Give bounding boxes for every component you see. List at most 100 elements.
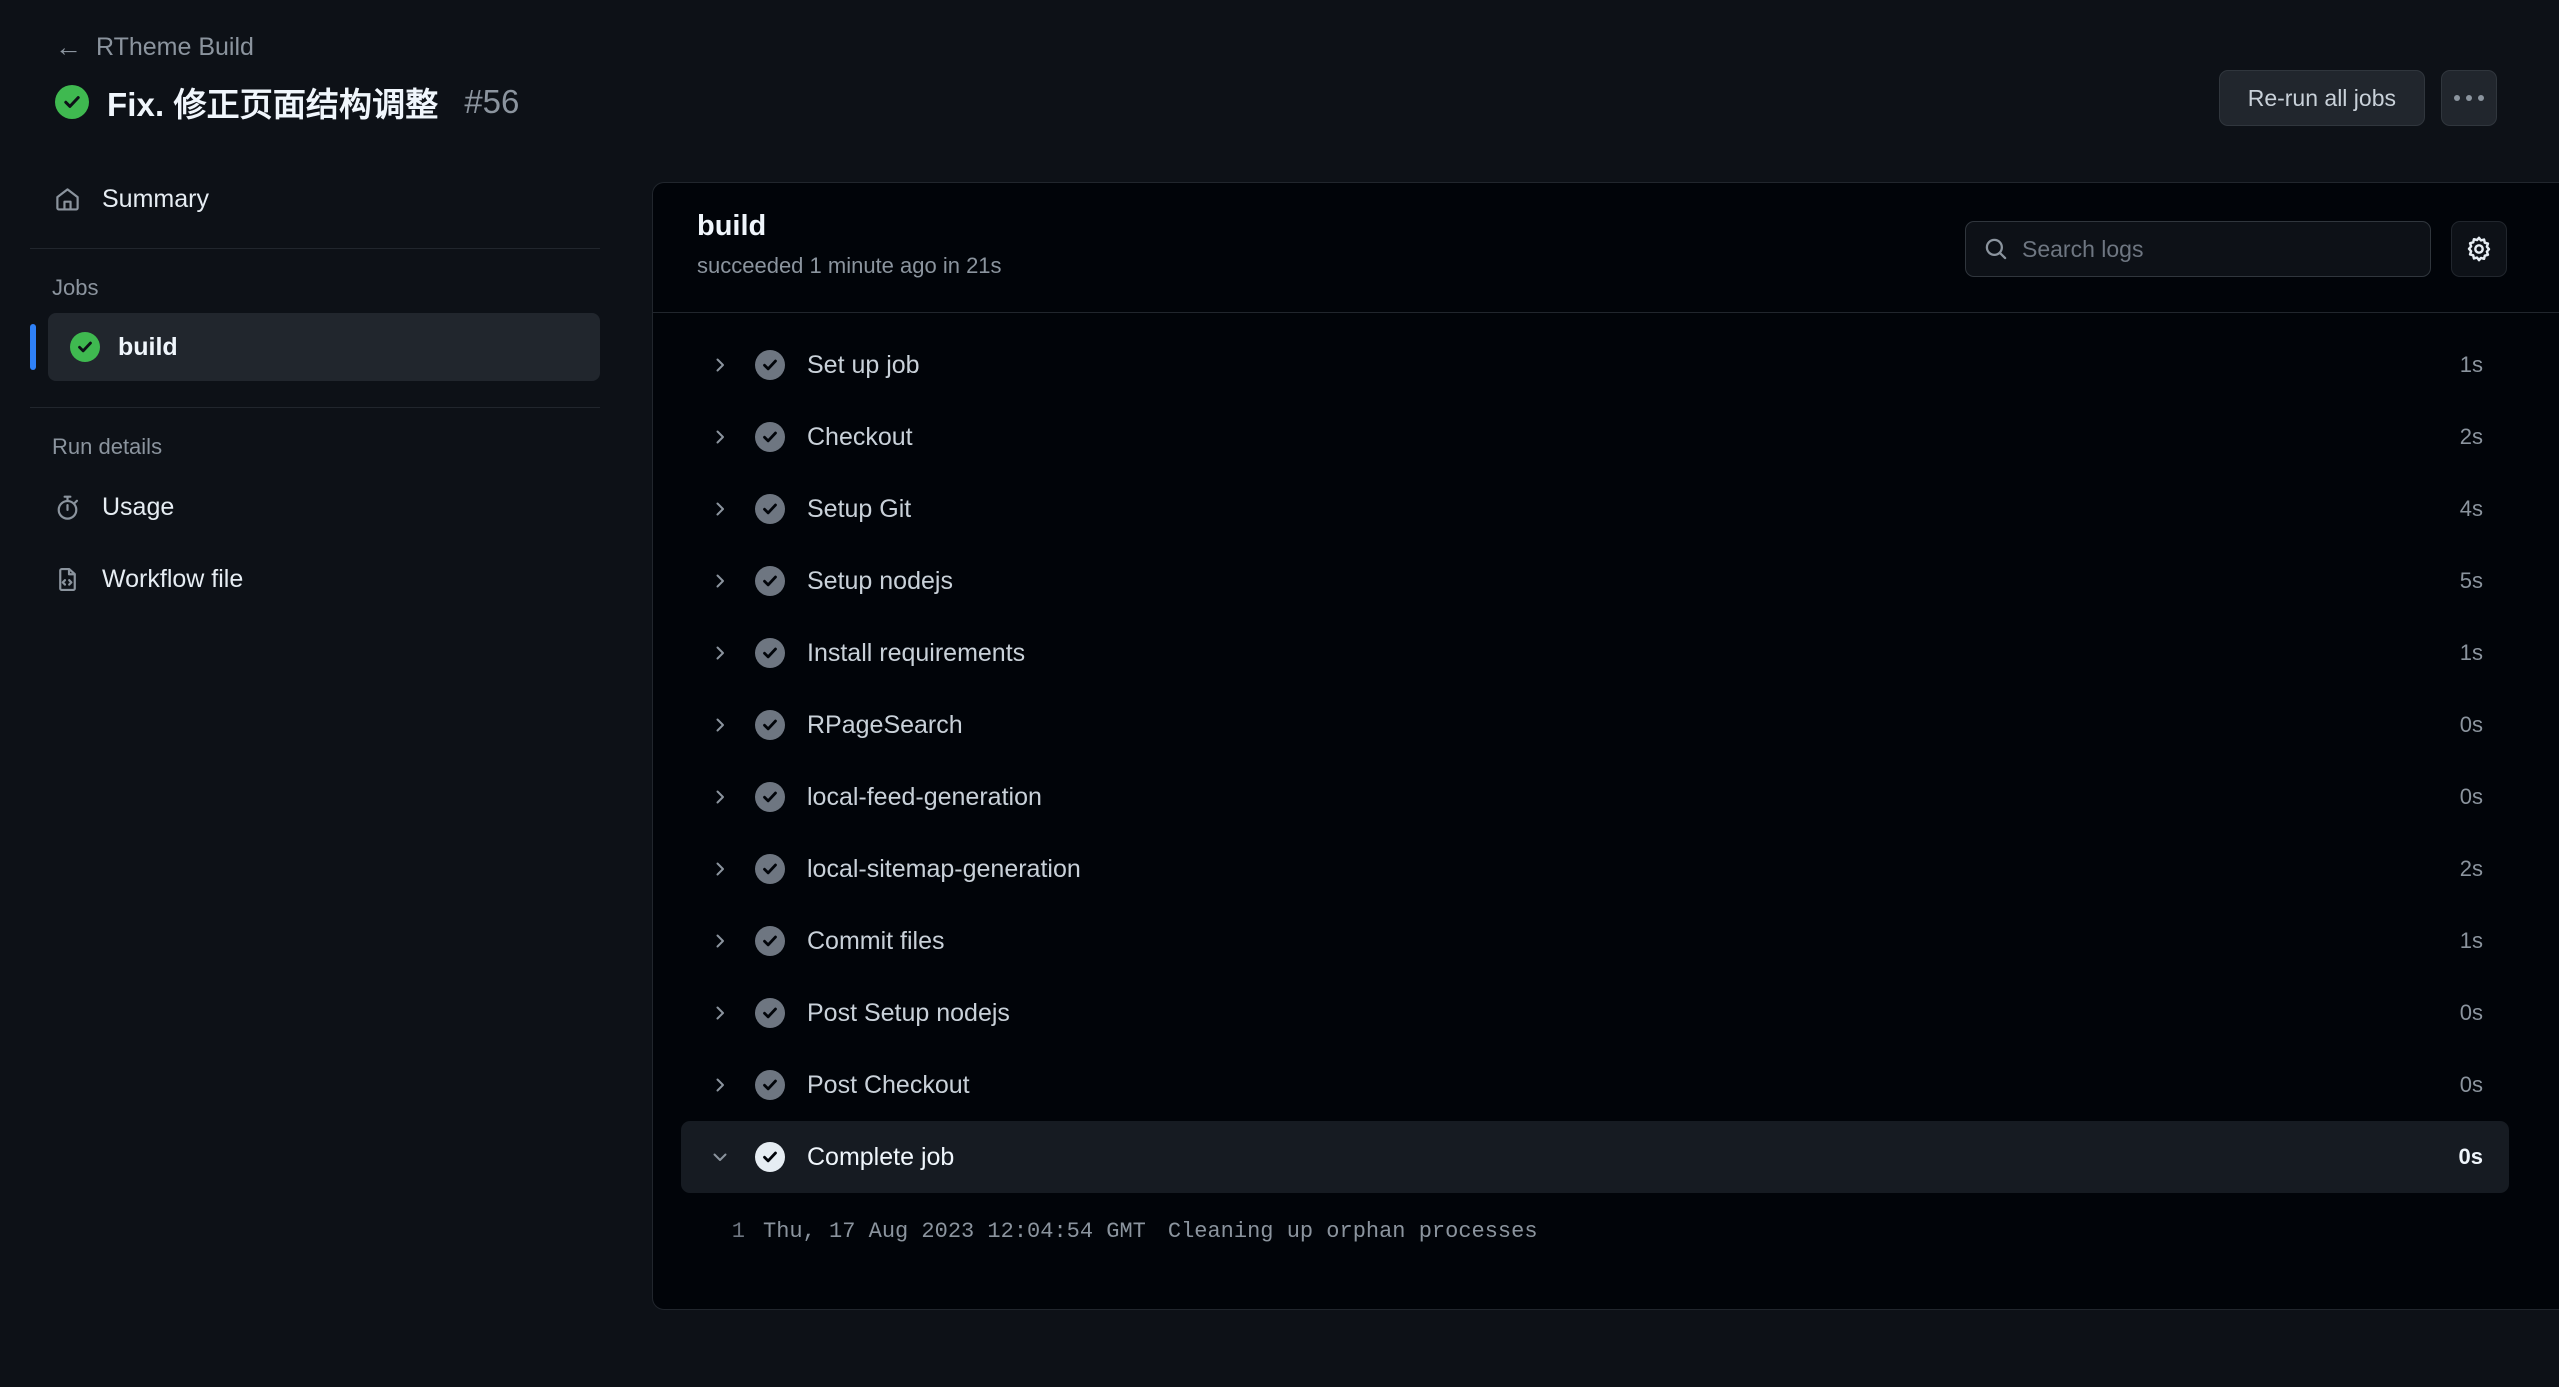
step-duration: 1s: [2459, 352, 2483, 377]
success-check-icon: [755, 1070, 785, 1100]
job-name: build: [697, 210, 767, 242]
job-status-line: succeeded 1 minute ago in 21s: [697, 253, 1002, 278]
file-code-icon: [52, 564, 82, 594]
step-row[interactable]: Post Checkout 0s: [681, 1049, 2509, 1121]
step-row[interactable]: RPageSearch 0s: [681, 689, 2509, 761]
stopwatch-icon: [52, 492, 82, 522]
success-check-icon: [70, 332, 100, 362]
breadcrumb-label[interactable]: RTheme Build: [96, 33, 254, 62]
step-duration: 1s: [2459, 928, 2483, 953]
sidebar-section-jobs: Jobs: [52, 275, 99, 300]
sidebar-item-summary[interactable]: Summary: [30, 168, 600, 230]
chevron-right-icon[interactable]: [707, 784, 733, 810]
log-output: 1 Thu, 17 Aug 2023 12:04:54 GMT Cleaning u…: [653, 1193, 2559, 1248]
kebab-dot: [2478, 95, 2484, 101]
step-row[interactable]: Install requirements 1s: [681, 617, 2509, 689]
sidebar-item-label: Workflow file: [102, 564, 244, 593]
success-check-icon: [755, 998, 785, 1028]
step-row[interactable]: local-sitemap-generation 2s: [681, 833, 2509, 905]
arrow-left-icon[interactable]: ←: [55, 34, 82, 61]
chevron-right-icon[interactable]: [707, 424, 733, 450]
log-line-number: 1: [731, 1219, 745, 1244]
page-title: Fix. 修正页面结构调整: [107, 86, 439, 123]
step-duration: 0s: [2459, 1072, 2483, 1097]
step-duration: 2s: [2459, 424, 2483, 449]
success-check-icon: [755, 494, 785, 524]
job-list: build: [0, 313, 630, 381]
chevron-right-icon[interactable]: [707, 352, 733, 378]
step-duration: 2s: [2459, 856, 2483, 881]
log-panel: build succeeded 1 minute ago in 21s Set …: [652, 182, 2559, 1310]
rerun-all-jobs-button[interactable]: Re-run all jobs: [2218, 70, 2425, 126]
chevron-right-icon[interactable]: [707, 856, 733, 882]
chevron-right-icon[interactable]: [707, 928, 733, 954]
step-label: Setup Git: [807, 494, 912, 523]
step-row[interactable]: Set up job 1s: [681, 329, 2509, 401]
step-duration: 0s: [2459, 1000, 2483, 1025]
step-row[interactable]: Commit files 1s: [681, 905, 2509, 977]
sidebar-item-usage[interactable]: Usage: [30, 476, 600, 538]
sidebar-item-workflow-file[interactable]: Workflow file: [30, 548, 600, 610]
chevron-right-icon[interactable]: [707, 640, 733, 666]
step-label: local-feed-generation: [807, 782, 1042, 811]
step-label: RPageSearch: [807, 710, 963, 739]
success-check-icon: [55, 85, 89, 119]
kebab-horizontal-icon[interactable]: [2441, 70, 2497, 126]
breadcrumb[interactable]: ← RTheme Build: [55, 33, 254, 62]
step-label: local-sitemap-generation: [807, 854, 1081, 883]
step-row[interactable]: Setup nodejs 5s: [681, 545, 2509, 617]
chevron-right-icon[interactable]: [707, 568, 733, 594]
search-logs-field: [1965, 221, 2431, 277]
step-duration: 5s: [2459, 568, 2483, 593]
success-check-icon: [755, 926, 785, 956]
run-number: #56: [464, 83, 520, 120]
sidebar-divider-bottom: [30, 407, 600, 408]
step-duration: 0s: [2458, 1144, 2483, 1169]
chevron-right-icon[interactable]: [707, 1000, 733, 1026]
chevron-right-icon[interactable]: [707, 712, 733, 738]
sidebar: Summary Jobs build Run details Usage Wor…: [0, 168, 630, 1387]
success-check-icon: [755, 638, 785, 668]
gear-icon[interactable]: [2451, 221, 2507, 277]
log-line: 1 Thu, 17 Aug 2023 12:04:54 GMT Cleaning u…: [653, 1215, 2559, 1248]
run-title: Fix. 修正页面结构调整 #56: [55, 78, 519, 126]
step-row[interactable]: Checkout 2s: [681, 401, 2509, 473]
sidebar-divider-top: [30, 248, 600, 249]
success-check-icon: [755, 854, 785, 884]
sidebar-item-label: Usage: [102, 492, 175, 521]
sidebar-section-run-details: Run details: [52, 434, 163, 459]
success-check-icon: [755, 566, 785, 596]
step-label: Commit files: [807, 926, 945, 955]
success-check-icon: [755, 1142, 785, 1172]
sidebar-item-build[interactable]: build: [48, 313, 600, 381]
sidebar-item-label: Summary: [102, 184, 209, 213]
success-check-icon: [755, 422, 785, 452]
job-item-label: build: [118, 332, 178, 361]
step-label: Checkout: [807, 422, 913, 451]
run-header: ← RTheme Build Fix. 修正页面结构调整 #56 Re-run …: [0, 0, 2559, 168]
log-panel-header: build succeeded 1 minute ago in 21s: [653, 183, 2559, 313]
step-label: Install requirements: [807, 638, 1026, 667]
chevron-right-icon[interactable]: [707, 496, 733, 522]
step-row[interactable]: local-feed-generation 0s: [681, 761, 2509, 833]
success-check-icon: [755, 710, 785, 740]
kebab-dot: [2454, 95, 2460, 101]
log-line-text: Cleaning up orphan processes: [1167, 1219, 1538, 1244]
step-row[interactable]: Setup Git 4s: [681, 473, 2509, 545]
step-duration: 4s: [2459, 496, 2483, 521]
step-duration: 1s: [2459, 640, 2483, 665]
home-icon: [52, 184, 82, 214]
job-selection-indicator: [30, 324, 36, 370]
success-check-icon: [755, 350, 785, 380]
step-label: Set up job: [807, 350, 920, 379]
step-label: Post Setup nodejs: [807, 998, 1010, 1027]
header-actions: Re-run all jobs: [2218, 70, 2497, 126]
log-line-timestamp: Thu, 17 Aug 2023 12:04:54 GMT: [763, 1219, 1146, 1244]
step-row[interactable]: Complete job 0s: [681, 1121, 2509, 1193]
step-list: Set up job 1s Checkout 2s Setup Git 4s Setup n…: [653, 313, 2559, 1193]
step-row[interactable]: Post Setup nodejs 0s: [681, 977, 2509, 1049]
step-duration: 0s: [2459, 712, 2483, 737]
chevron-right-icon[interactable]: [707, 1072, 733, 1098]
search-input[interactable]: [1965, 221, 2431, 277]
chevron-down-icon[interactable]: [707, 1144, 733, 1170]
